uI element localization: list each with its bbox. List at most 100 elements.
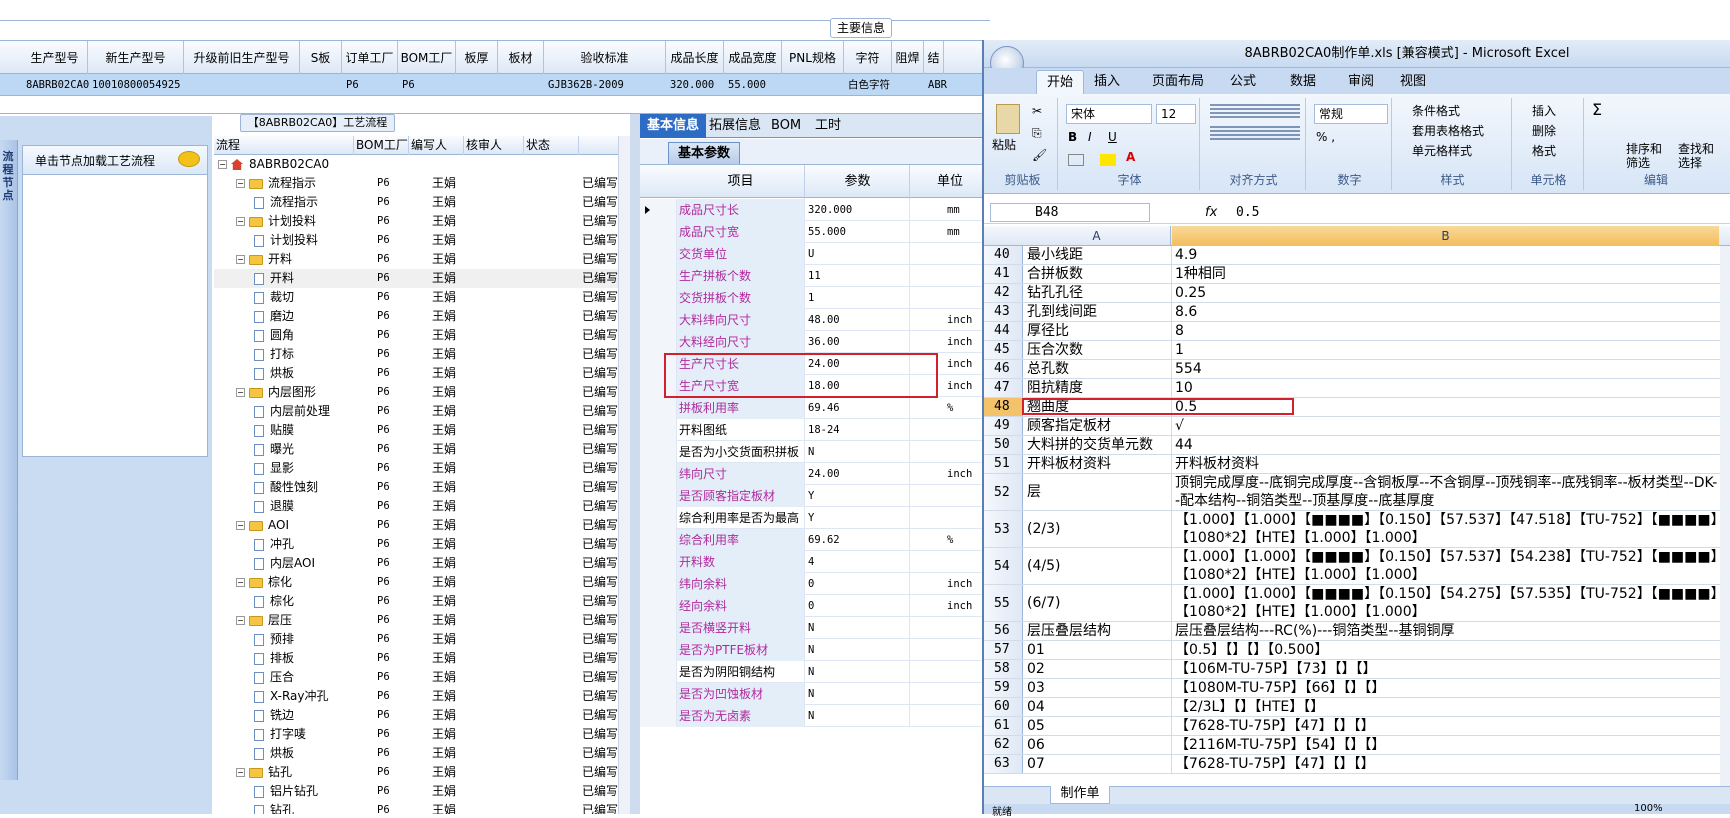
tree-row[interactable]: 计划投料 P6 王娟 已编写: [214, 231, 618, 250]
tree-row[interactable]: − 开料 P6 王娟 已编写: [214, 250, 618, 269]
border-icon[interactable]: [1068, 154, 1084, 166]
tree-node[interactable]: 棕化: [254, 592, 294, 611]
tree-node[interactable]: − 钻孔: [236, 763, 292, 782]
tree-column-header[interactable]: 编写人: [409, 136, 464, 155]
collapse-icon[interactable]: −: [236, 179, 245, 188]
param-row[interactable]: 是否顾客指定板材 Y: [640, 485, 990, 507]
cell-b[interactable]: 【0.5】【】【】【0.500】: [1173, 641, 1720, 659]
sheet-tab[interactable]: 制作单: [1050, 786, 1110, 804]
tree-node[interactable]: − 开料: [236, 250, 292, 269]
tree-row[interactable]: 圆角 P6 王娟 已编写: [214, 326, 618, 345]
tree-node[interactable]: 圆角: [254, 326, 294, 345]
chat-bubble-icon[interactable]: [178, 151, 200, 167]
fx-icon[interactable]: fx: [1205, 203, 1217, 222]
param-row[interactable]: 是否为PTFE板材 N: [640, 639, 990, 661]
italic-button[interactable]: I: [1088, 130, 1092, 144]
cell-a[interactable]: 合拼板数: [1023, 265, 1172, 283]
tree-node[interactable]: 显影: [254, 459, 294, 478]
sheet-row[interactable]: 43 孔到线间距 8.6: [984, 303, 1720, 322]
fill-color-icon[interactable]: [1100, 154, 1116, 166]
cell-a[interactable]: 层: [1023, 474, 1172, 510]
params-grid[interactable]: 成品尺寸长 320.000 mm 成品尺寸宽 55.000 mm 交货单位 U 生产拼板个数 11…: [640, 199, 990, 729]
param-value[interactable]: 4: [806, 551, 910, 573]
cell-a[interactable]: 顾客指定板材: [1023, 417, 1172, 435]
tree-row[interactable]: 压合 P6 王娟 已编写: [214, 668, 618, 687]
cell-b[interactable]: 【1080M-TU-75P】【66】【】【】: [1173, 679, 1720, 697]
cell-a[interactable]: 最小线距: [1023, 246, 1172, 264]
tree-row[interactable]: 磨边 P6 王娟 已编写: [214, 307, 618, 326]
cell-a[interactable]: 01: [1023, 641, 1172, 659]
tree-node[interactable]: 内层前处理: [254, 402, 330, 421]
sheet-row[interactable]: 55 (6/7) 【1.000】【1.000】【■■■■】【0.150】【54.27…: [984, 585, 1720, 622]
cell-b[interactable]: 【2/3L】【】【HTE】【】: [1173, 698, 1720, 716]
cell-a[interactable]: 05: [1023, 717, 1172, 735]
sheet-row[interactable]: 63 07 【7628-TU-75P】【47】【】【】: [984, 755, 1720, 774]
sheet-vertical-scrollbar[interactable]: [1720, 246, 1730, 786]
conditional-format-button[interactable]: 条件格式: [1412, 102, 1460, 119]
tab-hours[interactable]: 工时: [808, 114, 848, 138]
row-indicator[interactable]: [640, 463, 677, 485]
grid-column-header[interactable]: 参数: [806, 165, 910, 199]
cell-a[interactable]: 06: [1023, 736, 1172, 754]
sheet-row[interactable]: 58 02 【106M-TU-75P】【73】【】【】: [984, 660, 1720, 679]
sheet-row[interactable]: 42 钻孔孔径 0.25: [984, 284, 1720, 303]
cell-b[interactable]: 【1.000】【1.000】【■■■■】【0.150】【54.275】【57.5…: [1173, 585, 1720, 621]
name-box[interactable]: B48: [990, 203, 1150, 222]
param-row[interactable]: 综合利用率 69.62%: [640, 529, 990, 551]
row-indicator[interactable]: [640, 683, 677, 705]
tree-node[interactable]: 预排: [254, 630, 294, 649]
row-number[interactable]: 63: [984, 755, 1023, 773]
tree-row[interactable]: 预排 P6 王娟 已编写: [214, 630, 618, 649]
tree-row[interactable]: − 层压 P6 王娟 已编写: [214, 611, 618, 630]
cell-b[interactable]: 1: [1173, 341, 1720, 359]
param-row[interactable]: 是否为无卤素 N: [640, 705, 990, 727]
row-number[interactable]: 53: [984, 511, 1023, 547]
param-value[interactable]: N: [806, 705, 910, 727]
bold-button[interactable]: B: [1068, 130, 1077, 144]
row-number[interactable]: 48: [984, 398, 1023, 416]
row-indicator[interactable]: [640, 331, 677, 353]
param-value[interactable]: 24.00: [806, 463, 910, 485]
ribbon-tab[interactable]: 开始: [1036, 70, 1085, 94]
tree-row[interactable]: X-Ray冲孔 P6 王娟 已编写: [214, 687, 618, 706]
ribbon-tab[interactable]: 审阅: [1338, 70, 1384, 94]
cell-b[interactable]: 1种相同: [1173, 265, 1720, 283]
tree-row[interactable]: 流程指示 P6 王娟 已编写: [214, 193, 618, 212]
cell-a[interactable]: 阻抗精度: [1023, 379, 1172, 397]
row-indicator[interactable]: [640, 441, 677, 463]
cell-a[interactable]: 大料拼的交货单元数: [1023, 436, 1172, 454]
row-number[interactable]: 62: [984, 736, 1023, 754]
param-value[interactable]: N: [806, 639, 910, 661]
tree-node[interactable]: 磨边: [254, 307, 294, 326]
row-indicator[interactable]: [640, 397, 677, 419]
tree-row[interactable]: − 内层图形 P6 王娟 已编写: [214, 383, 618, 402]
row-number[interactable]: 41: [984, 265, 1023, 283]
tree-row[interactable]: 铝片钻孔 P6 王娟 已编写: [214, 782, 618, 801]
tree-node[interactable]: − 计划投料: [236, 212, 316, 231]
tree-node[interactable]: 打标: [254, 345, 294, 364]
row-indicator[interactable]: [640, 617, 677, 639]
cell-a[interactable]: 07: [1023, 755, 1172, 773]
row-number[interactable]: 56: [984, 622, 1023, 640]
cell-b[interactable]: 4.9: [1173, 246, 1720, 264]
sheet-row[interactable]: 49 顾客指定板材 √: [984, 417, 1720, 436]
row-number[interactable]: 46: [984, 360, 1023, 378]
row-number[interactable]: 55: [984, 585, 1023, 621]
sheet-row[interactable]: 50 大料拼的交货单元数 44: [984, 436, 1720, 455]
param-value[interactable]: 69.46: [806, 397, 910, 419]
sheet-row[interactable]: 61 05 【7628-TU-75P】【47】【】【】: [984, 717, 1720, 736]
tree-row[interactable]: 退膜 P6 王娟 已编写: [214, 497, 618, 516]
tree-node[interactable]: − 层压: [236, 611, 292, 630]
column-header-a[interactable]: A: [1023, 226, 1171, 246]
param-value[interactable]: 1: [806, 287, 910, 309]
insert-cells-button[interactable]: 插入: [1532, 102, 1556, 119]
cell-b[interactable]: 【1.000】【1.000】【■■■■】【0.150】【57.537】【47.5…: [1173, 511, 1720, 547]
percent-icon[interactable]: % ,: [1316, 130, 1335, 144]
tree-row[interactable]: − 棕化 P6 王娟 已编写: [214, 573, 618, 592]
row-indicator[interactable]: [640, 287, 677, 309]
param-row[interactable]: 是否为小交货面积拼板 N: [640, 441, 990, 463]
data-cell[interactable]: [786, 74, 848, 96]
tree-row[interactable]: 钻孔 P6 王娟 已编写: [214, 801, 618, 814]
collapse-icon[interactable]: −: [236, 388, 245, 397]
collapse-icon[interactable]: −: [236, 616, 245, 625]
